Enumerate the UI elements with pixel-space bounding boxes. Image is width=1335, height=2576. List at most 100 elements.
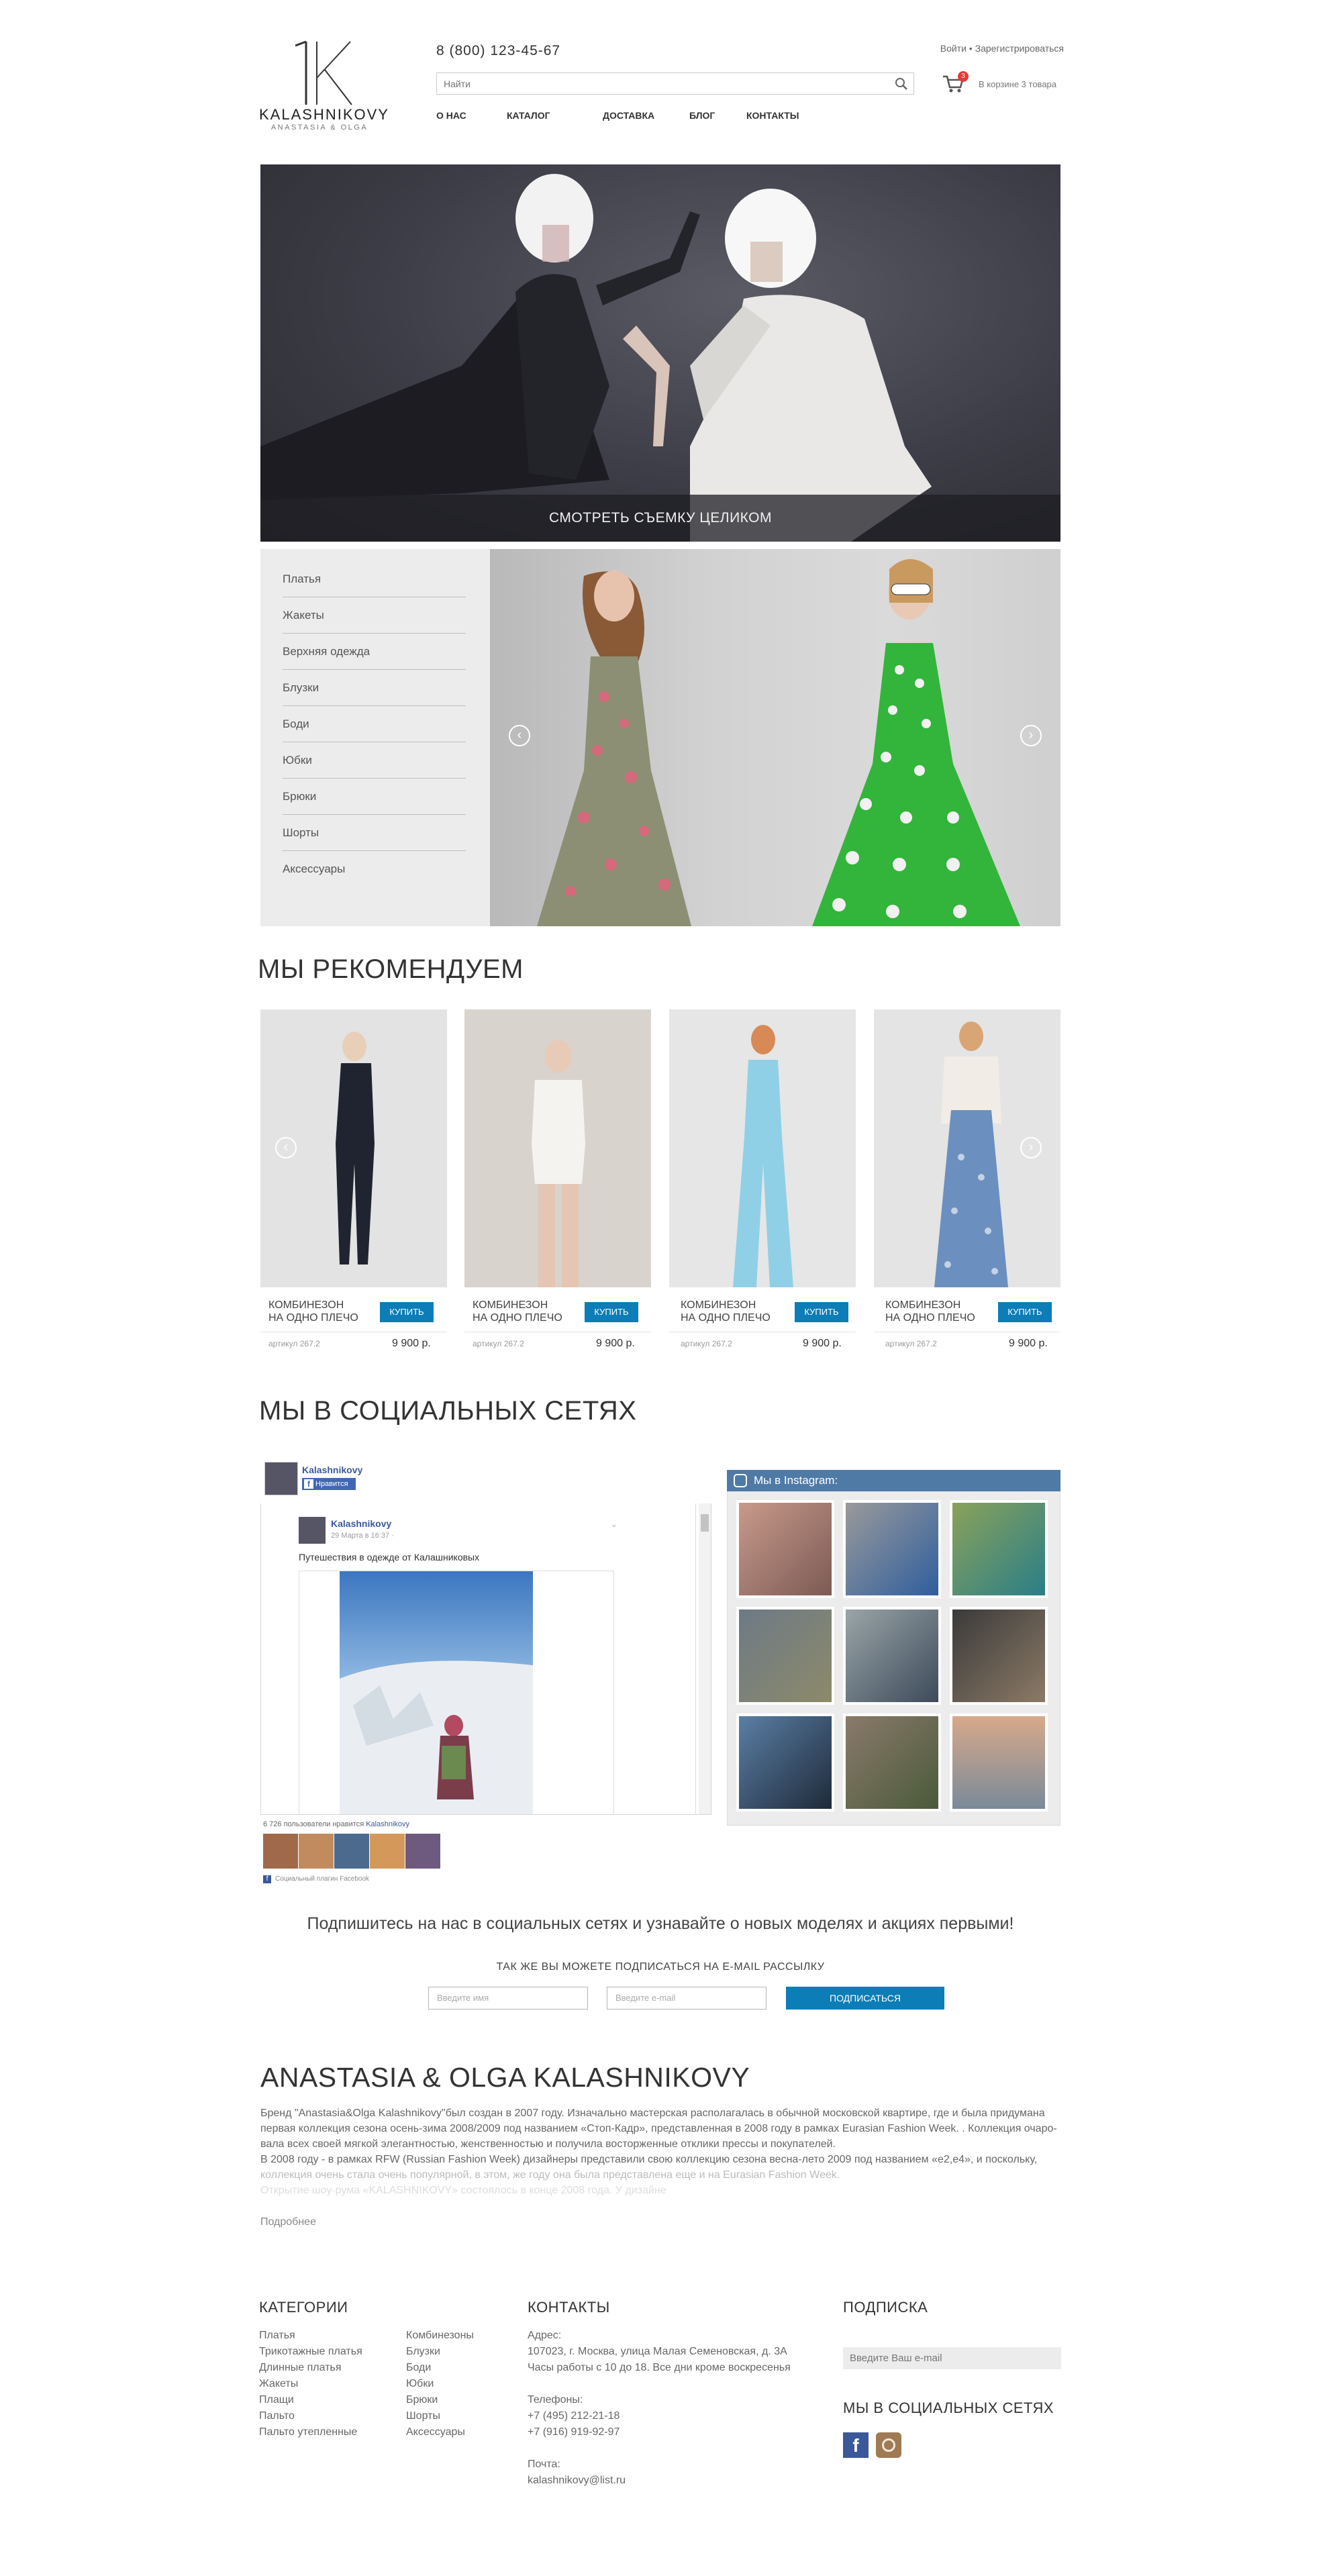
footer-email-field[interactable]: Введите Ваш e-mail <box>843 2347 1061 2369</box>
avatar[interactable] <box>334 1834 369 1869</box>
footer-link[interactable]: Комбинезоны <box>406 2328 474 2344</box>
product-image[interactable] <box>669 1009 856 1287</box>
footer-link[interactable]: Боди <box>406 2360 474 2376</box>
search-icon[interactable] <box>895 77 908 91</box>
read-more-link[interactable]: Подробнее <box>260 2216 316 2228</box>
avatar[interactable] <box>264 1462 298 1495</box>
footer-link[interactable]: Пальто утепленные <box>259 2424 362 2440</box>
slider-photo <box>537 559 1020 926</box>
hero-view-shoot-button[interactable]: СМОТРЕТЬ СЪЕМКУ ЦЕЛИКОМ <box>260 495 1060 542</box>
nav-contacts[interactable]: КОНТАКТЫ <box>746 110 799 121</box>
cart-count-badge: 3 <box>958 71 969 82</box>
logo-mark[interactable] <box>290 39 354 106</box>
instagram-photo[interactable] <box>736 1607 834 1705</box>
product-name[interactable]: КОМБИНЕЗОН НА ОДНО ПЛЕЧО <box>681 1299 781 1324</box>
buy-button[interactable]: КУПИТЬ <box>585 1302 638 1322</box>
footer-link[interactable]: Длинные платья <box>259 2360 362 2376</box>
instagram-photo[interactable] <box>950 1714 1048 1812</box>
product-name[interactable]: КОМБИНЕЗОН НА ОДНО ПЛЕЧО <box>473 1299 573 1324</box>
fb-post-photo-frame[interactable] <box>299 1571 614 1814</box>
recommend-prev-icon[interactable]: ‹ <box>275 1137 297 1158</box>
nav-about[interactable]: О НАС <box>436 110 466 121</box>
about-title: ANASTASIA & OLGA KALASHNIKOVY <box>260 2062 750 2093</box>
login-link[interactable]: Войти <box>940 43 967 54</box>
slider-prev-icon[interactable]: ‹ <box>509 725 530 746</box>
facebook-icon[interactable]: f <box>843 2432 869 2458</box>
instagram-icon[interactable] <box>876 2432 901 2458</box>
catalog-item-jackets[interactable]: Жакеты <box>283 597 466 634</box>
fb-likes-page-link[interactable]: Kalashnikovy <box>366 1820 409 1828</box>
catalog-item-skirts[interactable]: Юбки <box>283 742 466 779</box>
name-field[interactable]: Введите имя <box>428 1987 588 2010</box>
instagram-photo[interactable] <box>843 1714 941 1812</box>
catalog-item-shorts[interactable]: Шорты <box>283 815 466 851</box>
catalog-item-accessories[interactable]: Аксессуары <box>283 851 466 887</box>
cart-summary[interactable]: В корзине 3 товара <box>979 79 1056 89</box>
slider-next-icon[interactable]: › <box>1020 725 1042 746</box>
fb-like-button[interactable]: f Нравится <box>302 1478 356 1490</box>
instagram-photo[interactable] <box>736 1714 834 1812</box>
fb-plugin-label[interactable]: Социальный плагин Facebook <box>275 1875 369 1883</box>
logo-subtitle: ANASTASIA & OLGA <box>270 123 368 132</box>
fb-post-date: 29 Марта в 16:37 · <box>331 1532 394 1540</box>
product-article: артикул 267.2 <box>885 1339 937 1348</box>
footer-link[interactable]: Брюки <box>406 2392 474 2408</box>
footer-mail-link[interactable]: kalashnikovy@list.ru <box>528 2473 791 2489</box>
footer-link[interactable]: Аксессуары <box>406 2424 474 2440</box>
facebook-icon: f <box>263 1875 271 1883</box>
avatar[interactable] <box>299 1834 334 1869</box>
instagram-photo[interactable] <box>950 1607 1048 1705</box>
nav-catalog[interactable]: КАТАЛОГ <box>507 110 550 121</box>
search-input[interactable] <box>437 73 880 94</box>
product-image[interactable] <box>464 1009 651 1287</box>
instagram-header: Мы в Instagram: <box>727 1470 1060 1491</box>
logo-name[interactable]: KALASHNIKOVY <box>259 106 388 123</box>
fb-post-text: Путешествия в одежде от Калашниковых <box>299 1552 480 1563</box>
chevron-down-icon[interactable]: ⌄ <box>610 1518 618 1530</box>
hero-banner[interactable] <box>260 164 1060 542</box>
product-price: 9 900 р. <box>803 1338 842 1349</box>
footer-link[interactable]: Плащи <box>259 2392 362 2408</box>
instagram-photo[interactable] <box>843 1607 941 1705</box>
product-name[interactable]: КОМБИНЕЗОН НА ОДНО ПЛЕЧО <box>885 1299 986 1324</box>
instagram-photo[interactable] <box>736 1500 834 1598</box>
fb-feed[interactable]: Kalashnikovy 29 Марта в 16:37 · ⌄ Путеше… <box>260 1503 711 1815</box>
footer-contacts-title: КОНТАКТЫ <box>528 2299 610 2316</box>
fb-likes-count: 6 726 пользователи нравится Kalashnikovy <box>263 1820 410 1828</box>
fb-post-author[interactable]: Kalashnikovy <box>331 1518 391 1529</box>
catalog-item-dresses[interactable]: Платья <box>283 561 466 597</box>
catalog-item-outerwear[interactable]: Верхняя одежда <box>283 634 466 670</box>
fb-post-photo <box>340 1571 533 1814</box>
avatar[interactable] <box>405 1834 440 1869</box>
footer-link[interactable]: Блузки <box>406 2344 474 2360</box>
recommend-next-icon[interactable]: › <box>1020 1137 1042 1158</box>
footer-link[interactable]: Шорты <box>406 2408 474 2424</box>
nav-blog[interactable]: БЛОГ <box>689 110 715 121</box>
scrollbar[interactable] <box>699 1503 711 1814</box>
footer-social-title: МЫ В СОЦИАЛЬНЫХ СЕТЯХ <box>843 2399 1054 2416</box>
subscribe-button[interactable]: ПОДПИСАТЬСЯ <box>786 1987 944 2010</box>
product-name[interactable]: КОМБИНЕЗОН НА ОДНО ПЛЕЧО <box>268 1299 369 1324</box>
instagram-photo[interactable] <box>843 1500 941 1598</box>
nav-delivery[interactable]: ДОСТАВКА <box>603 110 654 121</box>
catalog-item-bodysuits[interactable]: Боди <box>283 706 466 742</box>
avatar[interactable] <box>263 1834 298 1869</box>
buy-button[interactable]: КУПИТЬ <box>998 1302 1052 1322</box>
register-link[interactable]: Зарегистрироваться <box>975 43 1064 54</box>
email-field[interactable]: Введите e-mail <box>607 1987 767 2010</box>
avatar[interactable] <box>370 1834 405 1869</box>
footer-link[interactable]: Юбки <box>406 2376 474 2392</box>
instagram-photo[interactable] <box>950 1500 1048 1598</box>
email-subscribe-title: ТАК ЖЕ ВЫ МОЖЕТЕ ПОДПИСАТЬСЯ НА E-MAIL Р… <box>496 1961 825 1973</box>
avatar[interactable] <box>299 1517 326 1544</box>
buy-button[interactable]: КУПИТЬ <box>380 1302 434 1322</box>
footer-link[interactable]: Жакеты <box>259 2376 362 2392</box>
buy-button[interactable]: КУПИТЬ <box>795 1302 848 1322</box>
fb-page-name[interactable]: Kalashnikovy <box>302 1465 362 1475</box>
catalog-item-blouses[interactable]: Блузки <box>283 670 466 706</box>
catalog-item-trousers[interactable]: Брюки <box>283 779 466 815</box>
footer-link[interactable]: Трикотажные платья <box>259 2344 362 2360</box>
footer-link[interactable]: Платья <box>259 2328 362 2344</box>
social-title: МЫ В СОЦИАЛЬНЫХ СЕТЯХ <box>259 1396 637 1426</box>
footer-link[interactable]: Пальто <box>259 2408 362 2424</box>
